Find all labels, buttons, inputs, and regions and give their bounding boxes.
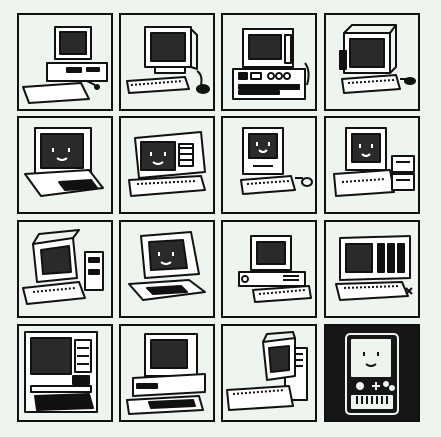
smiling-home-computer-icon[interactable] bbox=[119, 220, 215, 318]
smiling-all-in-one-mouse-icon[interactable] bbox=[221, 116, 317, 214]
monitor-with-side-drive-icon[interactable] bbox=[17, 220, 113, 318]
smiling-computer-keyboard-icon[interactable] bbox=[17, 116, 113, 214]
console-computer-icon[interactable] bbox=[17, 324, 113, 422]
retro-computer-icon-grid bbox=[0, 0, 441, 437]
desktop-pc-mouse-icon[interactable] bbox=[17, 13, 113, 111]
pc-keyboard-icon[interactable] bbox=[119, 324, 215, 422]
smiling-terminal-icon[interactable] bbox=[119, 116, 215, 214]
crt-monitor-keyboard-mouse-icon[interactable] bbox=[119, 13, 215, 111]
desktop-keyboard-icon[interactable] bbox=[221, 220, 317, 318]
workstation-slot-panel-icon[interactable] bbox=[324, 220, 420, 318]
laptop-terminal-icon[interactable] bbox=[221, 324, 317, 422]
smiling-pc-disk-drives-icon[interactable] bbox=[324, 116, 420, 214]
tower-workstation-icon[interactable] bbox=[221, 13, 317, 111]
compact-pc-mouse-icon[interactable] bbox=[324, 13, 420, 111]
handheld-smiling-computer-icon[interactable] bbox=[324, 324, 420, 422]
